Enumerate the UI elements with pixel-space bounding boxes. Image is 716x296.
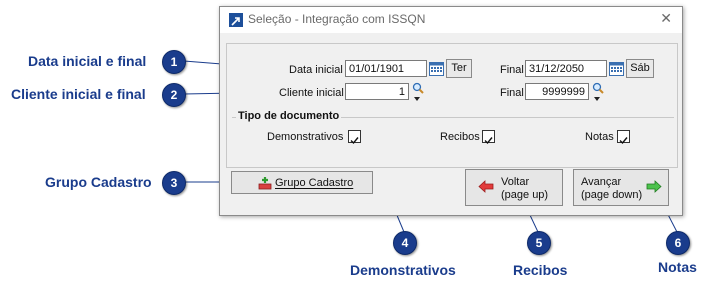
grupo-cadastro-button[interactable]: Grupo Cadastro xyxy=(231,171,373,194)
cliente-final-input[interactable]: 9999999 xyxy=(525,83,589,100)
annotation-badge-6: 6 xyxy=(666,231,690,255)
avancar-button[interactable]: Avançar (page down) xyxy=(573,169,669,206)
data-inicial-day-button[interactable]: Ter xyxy=(446,59,472,78)
annotation-badge-3: 3 xyxy=(162,171,186,195)
data-inicial-label: Data inicial xyxy=(289,64,343,76)
cliente-inicial-input[interactable]: 1 xyxy=(345,83,409,100)
grupo-cadastro-label: Grupo Cadastro xyxy=(275,177,354,189)
avancar-hint: (page down) xyxy=(581,189,643,201)
close-icon[interactable]: ✕ xyxy=(660,11,672,27)
search-icon[interactable] xyxy=(412,82,424,94)
demonstrativos-checkbox[interactable] xyxy=(348,130,361,145)
notas-checkbox[interactable] xyxy=(617,130,630,145)
data-final-day-button[interactable]: Sáb xyxy=(626,59,654,78)
back-arrow-icon xyxy=(478,180,494,193)
annotation-label-cliente: Cliente inicial e final xyxy=(11,86,146,102)
annotation-label-recibos: Recibos xyxy=(513,262,568,278)
annotation-badge-5: 5 xyxy=(527,231,551,255)
avancar-label: Avançar xyxy=(581,176,622,188)
annotation-label-demonstrativos: Demonstrativos xyxy=(350,262,456,278)
search-icon[interactable] xyxy=(592,82,604,94)
annotation-badge-2: 2 xyxy=(162,83,186,107)
demonstrativos-label: Demonstrativos xyxy=(267,131,344,143)
add-group-icon xyxy=(258,177,272,190)
notas-label: Notas xyxy=(585,131,614,143)
annotation-badge-4: 4 xyxy=(393,231,417,255)
cliente-inicial-label: Cliente inicial xyxy=(279,87,344,99)
check-icon xyxy=(619,137,628,145)
dialog-title: Seleção - Integração com ISSQN xyxy=(248,12,426,26)
annotation-badge-1: 1 xyxy=(162,50,186,74)
data-final-label: Final xyxy=(500,64,524,76)
data-final-input[interactable]: 31/12/2050 xyxy=(525,60,607,77)
tipo-documento-title: Tipo de documento xyxy=(236,110,342,122)
dropdown-arrow-icon[interactable] xyxy=(414,97,420,101)
calendar-icon[interactable] xyxy=(609,61,624,76)
check-icon xyxy=(484,137,493,145)
title-bar[interactable]: Seleção - Integração com ISSQN ✕ xyxy=(220,7,682,33)
check-icon xyxy=(350,137,359,145)
recibos-checkbox[interactable] xyxy=(482,130,495,145)
annotation-label-grupo: Grupo Cadastro xyxy=(45,174,152,190)
voltar-label: Voltar xyxy=(501,176,530,188)
data-inicial-input[interactable]: 01/01/1901 xyxy=(345,60,427,77)
forward-arrow-icon xyxy=(646,180,662,193)
voltar-hint: (page up) xyxy=(501,189,549,201)
selection-dialog: Seleção - Integração com ISSQN ✕ Data in… xyxy=(219,6,683,216)
app-icon xyxy=(229,13,243,27)
calendar-icon[interactable] xyxy=(429,61,444,76)
annotation-label-data: Data inicial e final xyxy=(28,53,147,69)
recibos-label: Recibos xyxy=(440,131,480,143)
cliente-final-label: Final xyxy=(500,87,524,99)
annotation-label-notas: Notas xyxy=(658,259,697,275)
voltar-button[interactable]: Voltar (page up) xyxy=(465,169,563,206)
dropdown-arrow-icon[interactable] xyxy=(594,97,600,101)
